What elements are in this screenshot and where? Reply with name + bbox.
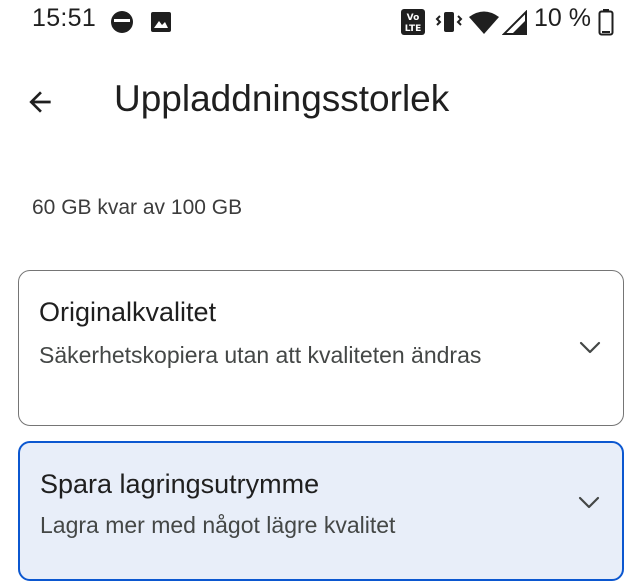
signal-icon [502, 10, 527, 35]
back-button[interactable] [14, 76, 66, 128]
storage-remaining-text: 60 GB kvar av 100 GB [32, 196, 243, 219]
status-bar: 15:51 Vo LTE 10 % [0, 0, 636, 48]
vibrate-icon [435, 12, 463, 32]
option-description: Säkerhetskopiera utan att kvaliteten änd… [39, 342, 482, 368]
battery-percentage: 10 % [534, 4, 591, 32]
option-title: Spara lagringsutrymme [40, 469, 320, 499]
option-description: Lagra mer med något lägre kvalitet [40, 512, 396, 538]
app-bar: Uppladdningsstorlek [0, 60, 636, 144]
chevron-down-icon[interactable] [576, 490, 602, 516]
option-original-quality[interactable]: Originalkvalitet Säkerhetskopiera utan a… [18, 270, 624, 426]
svg-text:LTE: LTE [405, 24, 422, 34]
media-icon [111, 11, 133, 33]
option-title: Originalkvalitet [39, 297, 217, 327]
image-icon [151, 12, 171, 32]
status-time: 15:51 [32, 4, 97, 32]
volte-icon: Vo LTE [401, 9, 425, 35]
svg-text:Vo: Vo [407, 13, 420, 23]
arrow-back-icon [29, 91, 51, 113]
chevron-down-icon[interactable] [577, 335, 603, 361]
wifi-icon [469, 11, 499, 34]
battery-icon [598, 9, 614, 36]
page-title: Uppladdningsstorlek [114, 78, 450, 119]
option-storage-saver[interactable]: Spara lagringsutrymme Lagra mer med någo… [18, 441, 624, 581]
